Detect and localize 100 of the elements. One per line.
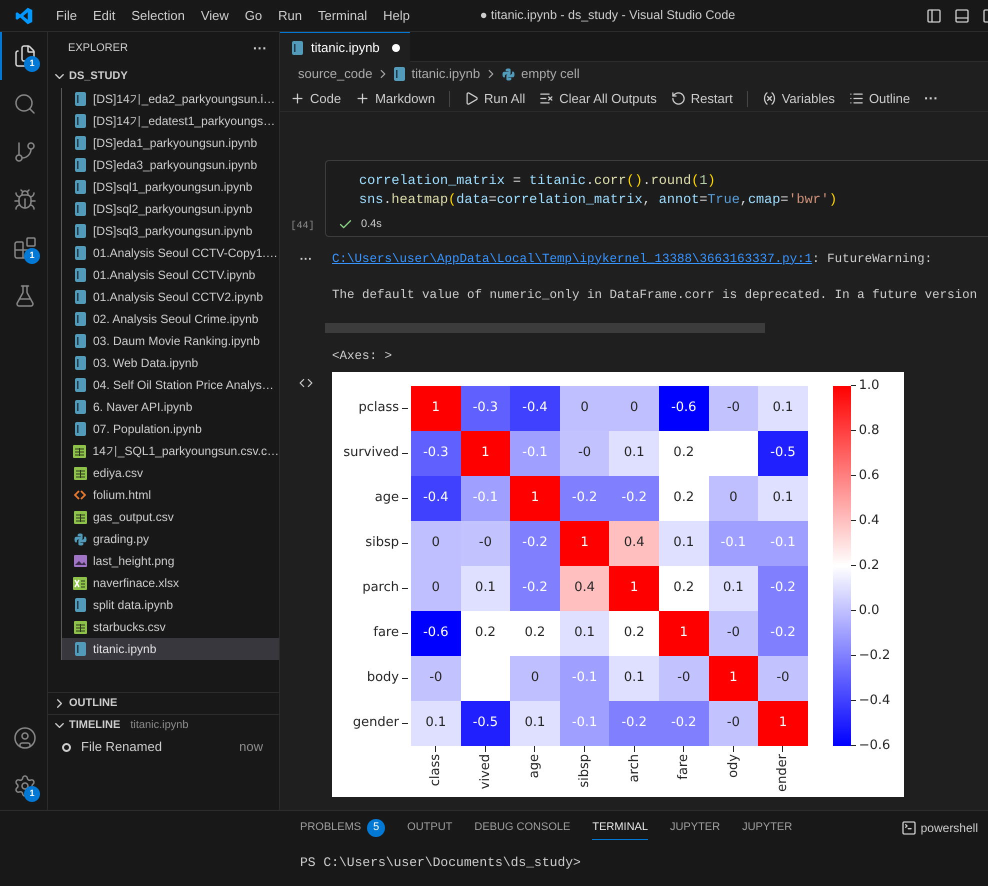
- file-name: grading.py: [93, 531, 150, 548]
- shell-name[interactable]: powershell: [920, 819, 978, 837]
- toolbar-button[interactable]: Variables: [762, 88, 835, 108]
- menu-item[interactable]: Edit: [84, 4, 124, 28]
- panel-layout-icon[interactable]: [954, 8, 970, 24]
- restart-icon: [670, 91, 686, 106]
- editor-tab[interactable]: titanic.ipynb: [280, 32, 410, 62]
- notebook-icon: [74, 334, 86, 348]
- section-header[interactable]: OUTLINE: [48, 692, 279, 714]
- plus-icon: [290, 91, 305, 106]
- notebook-icon: [74, 114, 86, 128]
- heatmap-cell: 1: [560, 520, 610, 566]
- timeline-item[interactable]: File Renamed now: [48, 736, 279, 758]
- heatmap-cell: 0.1: [510, 700, 560, 746]
- menu-item[interactable]: Run: [270, 4, 310, 28]
- heatmap-cell: -0.2: [758, 610, 808, 656]
- sidebar-layout-icon[interactable]: [926, 8, 942, 24]
- toolbar-button[interactable]: Restart: [670, 88, 733, 108]
- explorer-row[interactable]: 01.Analysis Seoul CCTV.ipynb: [62, 264, 279, 286]
- column-label: sibsp: [578, 754, 592, 788]
- explorer-row[interactable]: gas_output.csv: [62, 506, 279, 528]
- explorer-row[interactable]: [DS]sql3_parkyoungsun.ipynb: [62, 220, 279, 242]
- table-icon: [74, 466, 86, 480]
- heatmap-cell: 0.4: [560, 566, 610, 610]
- heatmap-cell: 0: [411, 566, 461, 610]
- explorer-row[interactable]: [DS]eda3_parkyoungsun.ipynb: [62, 154, 279, 176]
- menu-item[interactable]: Go: [236, 4, 270, 28]
- explorer-row[interactable]: 6. Naver API.ipynb: [62, 396, 279, 418]
- execution-count: [44]: [290, 220, 314, 234]
- explorer-row[interactable]: split data.ipynb: [62, 594, 279, 616]
- explorer-row[interactable]: [DS]sql2_parkyoungsun.ipynb: [62, 198, 279, 220]
- panel-tab[interactable]: JUPYTER: [742, 816, 792, 840]
- column-label: ody: [726, 754, 740, 778]
- folder-header[interactable]: DS_STUDY: [48, 65, 279, 87]
- file-link[interactable]: C:\Users\user\AppData\Local\Temp\ipykernel_13388\3663163337.py:1: [332, 248, 812, 268]
- explorer-row[interactable]: 07. Population.ipynb: [62, 418, 279, 440]
- breadcrumb-item[interactable]: source_code: [298, 64, 372, 84]
- panel-tab[interactable]: JUPYTER: [670, 816, 720, 840]
- explorer-row[interactable]: [DS]sql1_parkyoungsun.ipynb: [62, 176, 279, 198]
- explorer-row[interactable]: 04. Self Oil Station Price Analys…: [62, 374, 279, 396]
- heatmap-cell: -0: [411, 656, 461, 700]
- more-button[interactable]: ···: [300, 248, 312, 268]
- explorer-row[interactable]: 03. Daum Movie Ranking.ipynb: [62, 330, 279, 352]
- code-cell[interactable]: correlation_matrix = titanic.corr().round(1) sns.heatmap(data=correlation_matrix, annot=True,cmap='bwr') 0.4s: [325, 160, 988, 236]
- heatmap-cell: -0.2: [658, 700, 709, 746]
- menu-item[interactable]: Terminal: [310, 4, 376, 28]
- section-header[interactable]: TIMELINE: [52, 717, 120, 734]
- panel-tab[interactable]: TERMINAL: [592, 816, 648, 840]
- breadcrumb-item[interactable]: titanic.ipynb: [411, 64, 480, 84]
- heatmap-cell: 1: [658, 610, 709, 656]
- notebook-icon: [74, 356, 86, 370]
- blocks-icon: [13, 236, 37, 260]
- more-button[interactable]: ···: [253, 38, 267, 59]
- panel-tab[interactable]: OUTPUT: [407, 816, 452, 840]
- explorer-row[interactable]: last_height.png: [62, 550, 279, 572]
- explorer-row[interactable]: 14기_SQL1_parkyoungsun.csv.c…: [62, 440, 279, 462]
- file-name: [DS]eda3_parkyoungsun.ipynb: [93, 157, 258, 174]
- window-title: ● titanic.ipynb - ds_study - Visual Studio Code: [480, 7, 736, 24]
- heatmap-cell: 0.4: [609, 520, 659, 566]
- activity-bar-item[interactable]: 1: [0, 224, 48, 272]
- table-icon: [73, 444, 86, 458]
- notebook-icon: [74, 180, 86, 194]
- explorer-row[interactable]: [DS]eda1_parkyoungsun.ipynb: [62, 132, 279, 154]
- more-button[interactable]: ···: [924, 88, 938, 109]
- menu-item[interactable]: View: [192, 4, 237, 28]
- explorer-row[interactable]: 01.Analysis Seoul CCTV2.ipynb: [62, 286, 279, 308]
- output-text: <Axes: >: [332, 348, 394, 364]
- toolbar-button[interactable]: Code: [290, 88, 342, 108]
- heatmap-cell: -0: [658, 656, 709, 700]
- explorer-row[interactable]: starbucks.csv: [62, 616, 279, 638]
- explorer-row[interactable]: ediya.csv: [62, 462, 279, 484]
- explorer-row[interactable]: 02. Analysis Seoul Crime.ipynb: [62, 308, 279, 330]
- count-badge: 1: [24, 248, 40, 264]
- toolbar-button[interactable]: Run All: [464, 88, 526, 108]
- explorer-row[interactable]: grading.py: [62, 528, 279, 550]
- file-name: 02. Analysis Seoul Crime.ipynb: [93, 311, 258, 328]
- explorer-row[interactable]: [DS]14기_edatest1_parkyoungs…: [62, 110, 279, 132]
- file-name: titanic.ipynb: [93, 641, 156, 658]
- panel-tab[interactable]: DEBUG CONSOLE: [474, 816, 570, 840]
- explorer-row[interactable]: 03. Web Data.ipynb: [62, 352, 279, 374]
- explorer-row[interactable]: titanic.ipynb: [62, 638, 279, 660]
- file-name: 03. Web Data.ipynb: [93, 355, 198, 372]
- list-icon: [848, 91, 864, 106]
- explorer-row[interactable]: folium.html: [62, 484, 279, 506]
- explorer-row[interactable]: [DS]14기_eda2_parkyoungsun.i…: [62, 88, 279, 110]
- file-name: starbucks.csv: [93, 619, 166, 636]
- panel-tab[interactable]: PROBLEMS 5: [300, 816, 386, 840]
- breadcrumb-item[interactable]: empty cell: [521, 64, 580, 84]
- explorer-row[interactable]: naverfinace.xlsx: [62, 572, 279, 594]
- toolbar-button[interactable]: Clear All Outputs: [539, 88, 657, 108]
- heatmap-cell: -0.3: [460, 386, 510, 430]
- explorer-row[interactable]: 01.Analysis Seoul CCTV-Copy1.…: [62, 242, 279, 264]
- menu-item[interactable]: File: [48, 4, 85, 28]
- toolbar-button[interactable]: Outline: [848, 88, 910, 108]
- terminal-line: PS C:\Users\user\Documents\ds_study>: [300, 854, 582, 872]
- menu-item[interactable]: Selection: [123, 4, 193, 28]
- activity-bar-item[interactable]: 1: [0, 762, 48, 810]
- colorbar-label: 0.8: [858, 422, 880, 440]
- menu-item[interactable]: Help: [375, 4, 418, 28]
- toolbar-button[interactable]: Markdown: [355, 88, 436, 108]
